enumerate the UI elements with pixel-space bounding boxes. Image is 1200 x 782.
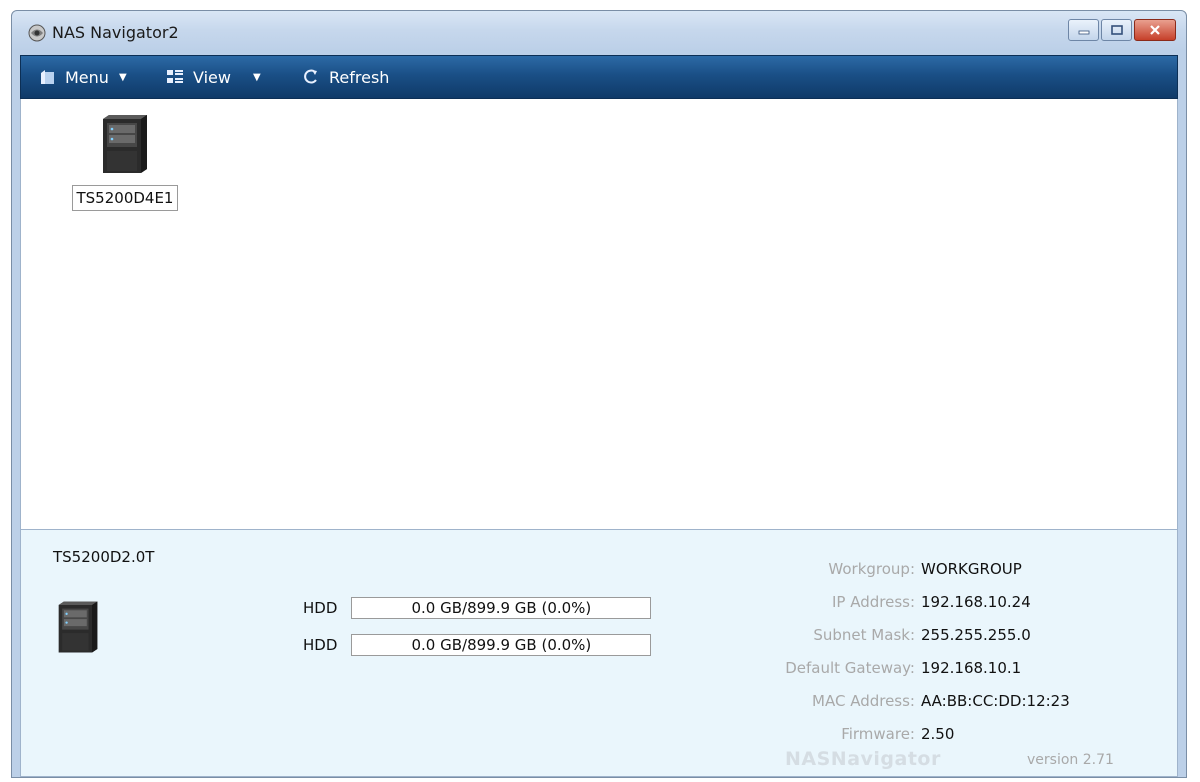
close-icon — [1150, 25, 1160, 35]
hdd-label: HDD — [303, 599, 338, 617]
info-label: IP Address: — [831, 592, 915, 611]
chevron-down-icon: ▼ — [118, 71, 127, 83]
device-details-panel: TS5200D2.0T HDD 0.0 GB/899.9 GB (0.0%) H… — [20, 529, 1178, 777]
info-label: Default Gateway: — [785, 658, 915, 677]
brand-logo: NASNavigator — [785, 748, 941, 770]
view-label: View — [193, 67, 231, 87]
nas-device-icon — [103, 115, 147, 173]
maximize-button[interactable] — [1101, 19, 1132, 41]
info-label: Firmware: — [841, 724, 915, 743]
info-value: WORKGROUP — [921, 559, 1022, 578]
info-row-default-gateway: Default Gateway: 192.168.10.1 — [721, 651, 1141, 684]
info-row-workgroup: Workgroup: WORKGROUP — [721, 552, 1141, 585]
close-button[interactable] — [1134, 19, 1176, 41]
info-value: 192.168.10.1 — [921, 658, 1022, 677]
info-row-mac-address: MAC Address: AA:BB:CC:DD:12:23 — [721, 684, 1141, 717]
nas-device-icon — [58, 601, 98, 653]
menu-button[interactable]: Menu ▼ — [37, 56, 127, 98]
title-bar[interactable]: NAS Navigator2 — [12, 11, 1186, 55]
info-label: MAC Address: — [812, 691, 915, 710]
info-row-firmware: Firmware: 2.50 — [721, 717, 1141, 750]
version-label: version 2.71 — [1027, 752, 1114, 768]
info-label: Workgroup: — [828, 559, 915, 578]
info-row-ip-address: IP Address: 192.168.10.24 — [721, 585, 1141, 618]
selected-device-name: TS5200D2.0T — [53, 548, 155, 566]
window-title: NAS Navigator2 — [52, 23, 179, 42]
hdd-row: HDD 0.0 GB/899.9 GB (0.0%) — [303, 634, 652, 656]
info-value: 255.255.255.0 — [921, 625, 1031, 644]
info-row-subnet-mask: Subnet Mask: 255.255.255.0 — [721, 618, 1141, 651]
hdd-usage-text: 0.0 GB/899.9 GB (0.0%) — [411, 599, 592, 617]
hdd-usage-bar: 0.0 GB/899.9 GB (0.0%) — [351, 634, 652, 656]
hdd-usage-text: 0.0 GB/899.9 GB (0.0%) — [411, 636, 592, 654]
refresh-label: Refresh — [329, 67, 390, 87]
app-logo-icon — [28, 24, 46, 42]
device-item[interactable]: TS5200D4E1 — [65, 111, 185, 211]
device-name-label: TS5200D4E1 — [71, 185, 179, 211]
toolbar: Menu ▼ View ▼ Refresh — [20, 55, 1178, 99]
refresh-icon — [304, 69, 317, 84]
minimize-icon — [1078, 30, 1089, 35]
hdd-label: HDD — [303, 636, 338, 654]
device-list-area[interactable]: TS5200D4E1 — [20, 99, 1178, 529]
menu-label: Menu — [65, 67, 109, 87]
menu-icon — [41, 70, 54, 84]
refresh-button[interactable]: Refresh — [301, 56, 389, 98]
app-window: NAS Navigator2 Menu ▼ View ▼ Refresh TS5… — [11, 10, 1187, 778]
hdd-usage-bar: 0.0 GB/899.9 GB (0.0%) — [351, 597, 652, 619]
chevron-down-icon: ▼ — [252, 71, 261, 83]
view-button[interactable]: View ▼ — [165, 56, 261, 98]
info-value: 192.168.10.24 — [921, 592, 1031, 611]
view-icon — [167, 70, 183, 83]
minimize-button[interactable] — [1068, 19, 1099, 41]
info-label: Subnet Mask: — [813, 625, 915, 644]
network-info: Workgroup: WORKGROUP IP Address: 192.168… — [721, 552, 1141, 750]
hdd-row: HDD 0.0 GB/899.9 GB (0.0%) — [303, 597, 652, 619]
info-value: 2.50 — [921, 724, 955, 743]
maximize-icon — [1110, 25, 1123, 35]
info-value: AA:BB:CC:DD:12:23 — [921, 691, 1070, 710]
